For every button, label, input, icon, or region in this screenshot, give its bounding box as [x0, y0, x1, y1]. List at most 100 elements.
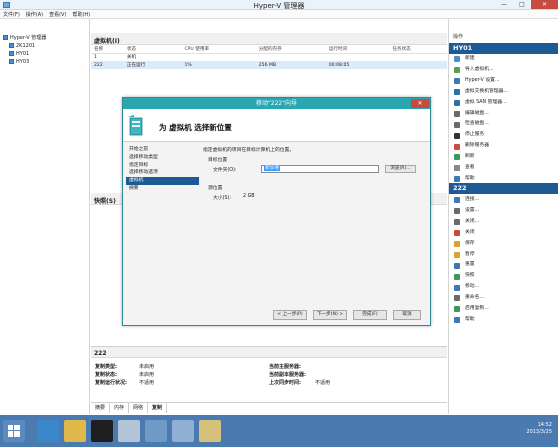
- vm-action-4[interactable]: 保存: [449, 240, 558, 248]
- finish-button[interactable]: 完成(F): [353, 310, 387, 320]
- folder-path-input[interactable]: 新加卷: [261, 165, 379, 173]
- detail-key: 复制运行状况:: [95, 380, 128, 386]
- tree-host[interactable]: HY03: [3, 58, 87, 66]
- host-action-10[interactable]: 查看: [449, 164, 558, 172]
- folder-path-value: 新加卷: [264, 166, 281, 171]
- cell: 00:08:05: [325, 61, 390, 69]
- cancel-button[interactable]: 取消: [393, 310, 421, 320]
- cell: [256, 53, 326, 61]
- network-taskbar-icon[interactable]: [145, 420, 167, 442]
- vm-action-1[interactable]: 设置...: [449, 207, 558, 215]
- previous-button[interactable]: < 上一步(P): [273, 310, 307, 320]
- col-state[interactable]: 状态: [123, 45, 182, 54]
- close-button[interactable]: ✕: [531, 0, 558, 9]
- host-action-6[interactable]: 检查磁盘...: [449, 120, 558, 128]
- actions-host-section[interactable]: HY01: [449, 43, 558, 54]
- menu-action[interactable]: 操作(A): [23, 10, 46, 19]
- host-action-label: Hyper-V 设置...: [465, 77, 500, 83]
- menu-help[interactable]: 帮助(H): [69, 10, 93, 19]
- tree-host[interactable]: HY01: [3, 50, 87, 58]
- host-action-icon: [454, 176, 460, 183]
- hyperv-manager-icon: [3, 35, 8, 40]
- host-action-4[interactable]: 虚拟 SAN 管理器...: [449, 99, 558, 107]
- col-uptime[interactable]: 运行时间: [325, 45, 390, 54]
- host-action-icon: [454, 143, 460, 150]
- wizard-taskbar-icon[interactable]: [199, 420, 221, 442]
- host-action-label: 查看: [465, 165, 475, 170]
- vm-action-3[interactable]: 关闭: [449, 229, 558, 237]
- host-action-5[interactable]: 编辑磁盘...: [449, 110, 558, 118]
- server-manager-taskbar-icon[interactable]: [37, 420, 59, 442]
- host-action-0[interactable]: 新建: [449, 55, 558, 63]
- vm-action-label: 重置: [465, 262, 475, 268]
- detail-value: 不适用: [315, 380, 331, 386]
- vm-action-icon: [454, 240, 460, 247]
- next-button[interactable]: 下一步(N) >: [313, 310, 347, 320]
- remote-desktop-taskbar-icon[interactable]: [118, 420, 140, 442]
- host-action-9[interactable]: 刷新: [449, 153, 558, 161]
- tab-summary[interactable]: 摘要: [91, 403, 111, 413]
- hyperv-manager-taskbar-icon[interactable]: [172, 420, 194, 442]
- vm-action-2[interactable]: 关闭...: [449, 218, 558, 226]
- powershell-taskbar-icon[interactable]: [91, 420, 113, 442]
- wizard-step[interactable]: 摘要: [126, 185, 199, 193]
- table-row[interactable]: 1 关机: [91, 53, 447, 61]
- vm-action-8[interactable]: 移动...: [449, 283, 558, 291]
- cell: [389, 53, 447, 61]
- cell: 256 MB: [255, 61, 326, 69]
- actions-vm-section[interactable]: 222: [449, 183, 558, 194]
- host-action-1[interactable]: 导入虚拟机...: [449, 66, 558, 74]
- vm-action-6[interactable]: 重置: [449, 261, 558, 269]
- tree-host[interactable]: 2K1201: [3, 42, 87, 50]
- server-icon: [9, 51, 14, 56]
- table-row[interactable]: 222 正在运行 1% 256 MB 00:08:05: [91, 61, 447, 69]
- vm-action-5[interactable]: 暂停: [449, 251, 558, 259]
- wizard-step[interactable]: 指定目标: [126, 162, 199, 170]
- wizard-close-button[interactable]: ✕: [411, 99, 429, 108]
- vm-action-0[interactable]: 连接...: [449, 196, 558, 204]
- host-action-label: 虚拟 SAN 管理器...: [465, 99, 507, 105]
- minimize-button[interactable]: —: [495, 0, 513, 9]
- col-task[interactable]: 任务状态: [389, 45, 447, 54]
- tree-root[interactable]: Hyper-V 管理器: [3, 34, 87, 42]
- host-action-label: 刷新: [465, 154, 475, 160]
- file-explorer-taskbar-icon[interactable]: [64, 420, 86, 442]
- vm-action-label: 关闭...: [465, 218, 480, 224]
- detail-key: 当前主服务器:: [269, 364, 302, 370]
- start-button[interactable]: [3, 420, 25, 442]
- col-cpu[interactable]: CPU 使用率: [181, 45, 256, 54]
- details-tabs: 摘要 内存 网络 复制: [91, 402, 447, 413]
- menu-file[interactable]: 文件(F): [0, 10, 23, 19]
- actions-pane: 操作 HY01 新建 导入虚拟机... Hyper-V 设置... 虚拟交换机管理器.…: [448, 19, 558, 414]
- host-action-label: 新建: [465, 56, 475, 61]
- wizard-step[interactable]: 选择移动选项: [126, 169, 199, 177]
- vm-action-11[interactable]: 帮助: [449, 316, 558, 324]
- host-action-7[interactable]: 停止服务: [449, 131, 558, 139]
- browse-button[interactable]: 浏览(R)...: [385, 165, 416, 173]
- col-memory[interactable]: 分配的内存: [255, 45, 326, 54]
- host-action-2[interactable]: Hyper-V 设置...: [449, 77, 558, 85]
- vm-action-label: 暂停: [465, 251, 475, 257]
- vm-action-10[interactable]: 启用复制...: [449, 305, 558, 313]
- vm-action-9[interactable]: 重命名...: [449, 294, 558, 302]
- cell: 222: [91, 61, 124, 69]
- menu-view[interactable]: 查看(V): [46, 10, 69, 19]
- host-action-icon: [454, 121, 460, 128]
- wizard-heading: 为 虚拟机 选择新位置: [159, 123, 232, 132]
- wizard-step[interactable]: 选择移动类型: [126, 154, 199, 162]
- host-action-8[interactable]: 删除服务器: [449, 142, 558, 150]
- host-action-icon: [454, 132, 460, 139]
- detail-value: 未启用: [139, 364, 155, 370]
- host-action-3[interactable]: 虚拟交换机管理器...: [449, 88, 558, 96]
- vm-action-7[interactable]: 快照: [449, 272, 558, 280]
- wizard-step[interactable]: 开始之前: [126, 146, 199, 154]
- tab-replication[interactable]: 复制: [148, 403, 168, 413]
- move-wizard-dialog: 移动"222"向导 ✕ 为 虚拟机 选择新位置 开始之前 选择移动类型 指定目标 选择…: [122, 97, 431, 326]
- tab-network[interactable]: 网络: [129, 403, 149, 413]
- maximize-button[interactable]: □: [513, 0, 531, 9]
- vm-action-icon: [454, 317, 460, 324]
- tab-memory[interactable]: 内存: [110, 403, 130, 413]
- system-clock[interactable]: 14:52 2013/3/25: [526, 422, 552, 436]
- wizard-step[interactable]: 虚拟机: [126, 177, 199, 185]
- col-name[interactable]: 名称: [91, 45, 124, 54]
